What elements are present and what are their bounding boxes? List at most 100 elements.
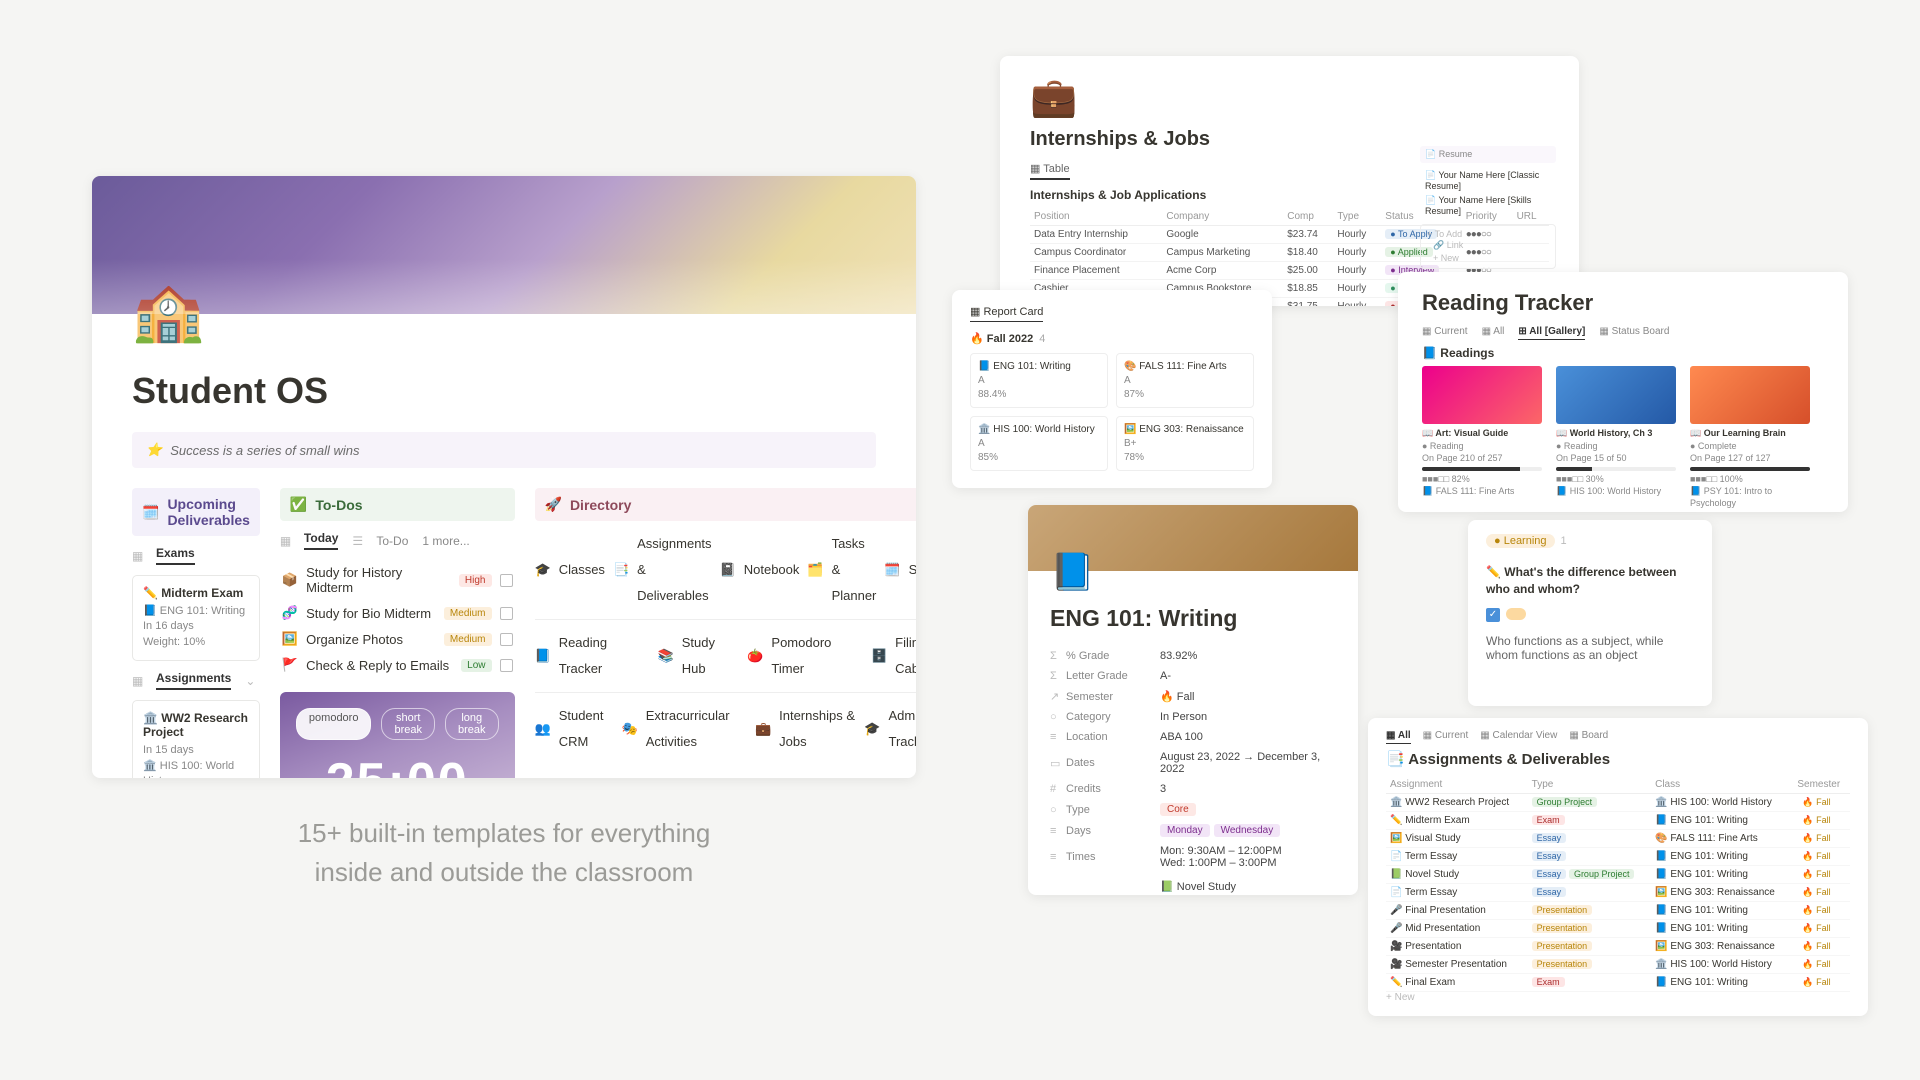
tab-table[interactable]: ▦ Table: [1030, 162, 1070, 180]
tab-report[interactable]: ▦ Report Card: [970, 305, 1043, 322]
course-card[interactable]: 📘 ENG 101: Writing A 88.4%: [970, 353, 1108, 408]
val-type[interactable]: Core: [1160, 803, 1336, 816]
directory-item[interactable]: 🗄️Filing Cabinet: [871, 630, 916, 682]
directory-item[interactable]: 💼Internships & Jobs: [755, 703, 856, 755]
resume-item[interactable]: 📄 Your Name Here [Skills Resume]: [1420, 193, 1556, 218]
todo-item[interactable]: 🧬 Study for Bio Midterm Medium: [280, 600, 515, 626]
val-times[interactable]: Mon: 9:30AM – 12:00PMWed: 1:00PM – 3:00P…: [1160, 845, 1336, 869]
tab-board[interactable]: ▦ Board: [1569, 730, 1608, 744]
directory-item[interactable]: 📓Notebook: [720, 557, 800, 583]
table-row[interactable]: 📄 Term Essay Essay 🖼️ ENG 303: Renaissan…: [1386, 884, 1850, 902]
tab-todo[interactable]: To-Do: [376, 534, 408, 548]
cell-type: Exam: [1528, 974, 1651, 992]
table-row[interactable]: 🎥 Presentation Presentation 🖼️ ENG 303: …: [1386, 938, 1850, 956]
cell-assignment: 📗 Novel Study: [1386, 866, 1528, 884]
table-row[interactable]: 🎤 Final Presentation Presentation 📘 ENG …: [1386, 902, 1850, 920]
cell-class: 📘 ENG 101: Writing: [1651, 902, 1793, 920]
table-row[interactable]: 📄 Term Essay Essay 📘 ENG 101: Writing 🔥 …: [1386, 848, 1850, 866]
book-card[interactable]: 📖 Art: Visual Guide ● Reading On Page 21…: [1422, 366, 1542, 509]
table-row[interactable]: ✏️ Midterm Exam Exam 📘 ENG 101: Writing …: [1386, 812, 1850, 830]
key-grade: % Grade: [1066, 650, 1109, 662]
todo-item[interactable]: 🚩 Check & Reply to Emails Low: [280, 652, 515, 678]
course-card[interactable]: 🖼️ ENG 303: Renaissance B+ 78%: [1116, 416, 1254, 471]
directory-item[interactable]: 🎓Classes: [535, 557, 605, 583]
long-break-tab[interactable]: long break: [445, 708, 499, 740]
toggle[interactable]: [1506, 608, 1526, 620]
new-row[interactable]: + New: [1386, 992, 1850, 1003]
val-dates[interactable]: August 23, 2022 → December 3, 2022: [1160, 751, 1336, 775]
directory-item[interactable]: 📚Study Hub: [658, 630, 740, 682]
directory-item[interactable]: 🗓️Semesters: [884, 557, 916, 583]
val-days[interactable]: MondayWednesday: [1160, 824, 1336, 837]
short-break-tab[interactable]: short break: [381, 708, 435, 740]
table-icon: ▦: [132, 549, 142, 563]
todo-item[interactable]: 📦 Study for History Midterm High: [280, 560, 515, 600]
eng101-card: 📘 ENG 101: Writing Σ% Grade83.92% ΣLette…: [1028, 505, 1358, 895]
tab-current[interactable]: ▦ Current: [1422, 326, 1468, 340]
exam-card[interactable]: ✏️ Midterm Exam 📘 ENG 101: Writing In 16…: [132, 575, 260, 661]
cell-type: Presentation: [1528, 956, 1651, 974]
course-card[interactable]: 🏛️ HIS 100: World History A 85%: [970, 416, 1108, 471]
assignment-link[interactable]: 📗 Novel Study: [1160, 879, 1336, 895]
val-credits[interactable]: 3: [1160, 783, 1336, 795]
val-location[interactable]: ABA 100: [1160, 731, 1336, 743]
directory-item[interactable]: 🍅Pomodoro Timer: [747, 630, 863, 682]
directory-item[interactable]: 👥Student CRM: [535, 703, 614, 755]
checkbox[interactable]: [500, 607, 513, 620]
directory-item[interactable]: 📘Reading Tracker: [535, 630, 650, 682]
checkbox[interactable]: [500, 659, 513, 672]
course-card[interactable]: 🎨 FALS 111: Fine Arts A 87%: [1116, 353, 1254, 408]
tab-exams[interactable]: Exams: [156, 546, 195, 565]
col-type[interactable]: Type: [1528, 776, 1651, 794]
col-position[interactable]: Position: [1030, 208, 1162, 226]
tab-all[interactable]: ▦ All: [1482, 326, 1505, 340]
pomodoro-tab[interactable]: pomodoro: [296, 708, 372, 740]
checkbox[interactable]: [500, 633, 513, 646]
val-assignments[interactable]: 📗 Novel Study📄 Term Essay🎤 Final Present…: [1160, 879, 1336, 895]
tab-today[interactable]: Today: [304, 531, 338, 550]
directory-item[interactable]: 🎭Extracurricular Activities: [622, 703, 747, 755]
col-type[interactable]: Type: [1333, 208, 1381, 226]
resume-item[interactable]: 📄 Your Name Here [Classic Resume]: [1420, 168, 1556, 193]
check-icon: ✅: [290, 496, 307, 513]
table-row[interactable]: 🏛️ WW2 Research Project Group Project 🏛️…: [1386, 794, 1850, 812]
checkbox[interactable]: [500, 574, 513, 587]
col-class[interactable]: Class: [1651, 776, 1793, 794]
assign-title: WW2 Research Project: [143, 711, 248, 739]
tab-all-gallery[interactable]: ⊞ All [Gallery]: [1518, 326, 1585, 340]
book-card[interactable]: 📖 Our Learning Brain ● Complete On Page …: [1690, 366, 1810, 509]
book-card[interactable]: 📖 World History, Ch 3 ● Reading On Page …: [1556, 366, 1676, 509]
col-comp[interactable]: Comp: [1283, 208, 1333, 226]
col-company[interactable]: Company: [1162, 208, 1283, 226]
assignment-card[interactable]: 🏛️ WW2 Research Project In 15 days 🏛️ HI…: [132, 700, 260, 778]
val-semester[interactable]: 🔥 Fall: [1160, 690, 1336, 703]
directory-label: Notebook: [744, 557, 800, 583]
todo-item[interactable]: 🖼️ Organize Photos Medium: [280, 626, 515, 652]
val-letter[interactable]: A-: [1160, 670, 1336, 682]
reveal-checkbox[interactable]: ✓: [1486, 608, 1500, 622]
table-row[interactable]: 📗 Novel Study Essay Group Project 📘 ENG …: [1386, 866, 1850, 884]
directory-item[interactable]: 🎓Admissions Tracker: [864, 703, 916, 755]
tagline-line: inside and outside the classroom: [92, 853, 916, 892]
directory-item[interactable]: 🗂️Tasks & Planner: [807, 531, 876, 609]
col-semester[interactable]: Semester: [1793, 776, 1850, 794]
link-item[interactable]: 🔗 Link: [1427, 239, 1549, 252]
table-row[interactable]: 🎤 Mid Presentation Presentation 📘 ENG 10…: [1386, 920, 1850, 938]
tab-calendar[interactable]: ▦ Calendar View: [1480, 730, 1557, 744]
tab-status-board[interactable]: ▦ Status Board: [1599, 326, 1669, 340]
val-grade[interactable]: 83.92%: [1160, 650, 1336, 662]
tab-current[interactable]: ▦ Current: [1423, 730, 1469, 744]
table-row[interactable]: ✏️ Final Exam Exam 📘 ENG 101: Writing 🔥 …: [1386, 974, 1850, 992]
directory-item[interactable]: 📑Assignments & Deliverables: [613, 531, 712, 609]
new-row[interactable]: + New: [1427, 252, 1549, 264]
table-row[interactable]: 🎥 Semester Presentation Presentation 🏛️ …: [1386, 956, 1850, 974]
cell-type: Hourly: [1333, 298, 1381, 307]
deliverables-head: 🗓️ Upcoming Deliverables: [132, 488, 260, 536]
resume-header: 📄 Resume: [1420, 146, 1556, 163]
tab-all[interactable]: ▦ All: [1386, 730, 1411, 744]
val-category[interactable]: In Person: [1160, 711, 1336, 723]
more-tabs[interactable]: 1 more...: [422, 534, 469, 548]
tab-assignments[interactable]: Assignments: [156, 671, 231, 690]
col-assignment[interactable]: Assignment: [1386, 776, 1528, 794]
table-row[interactable]: 🖼️ Visual Study Essay 🎨 FALS 111: Fine A…: [1386, 830, 1850, 848]
